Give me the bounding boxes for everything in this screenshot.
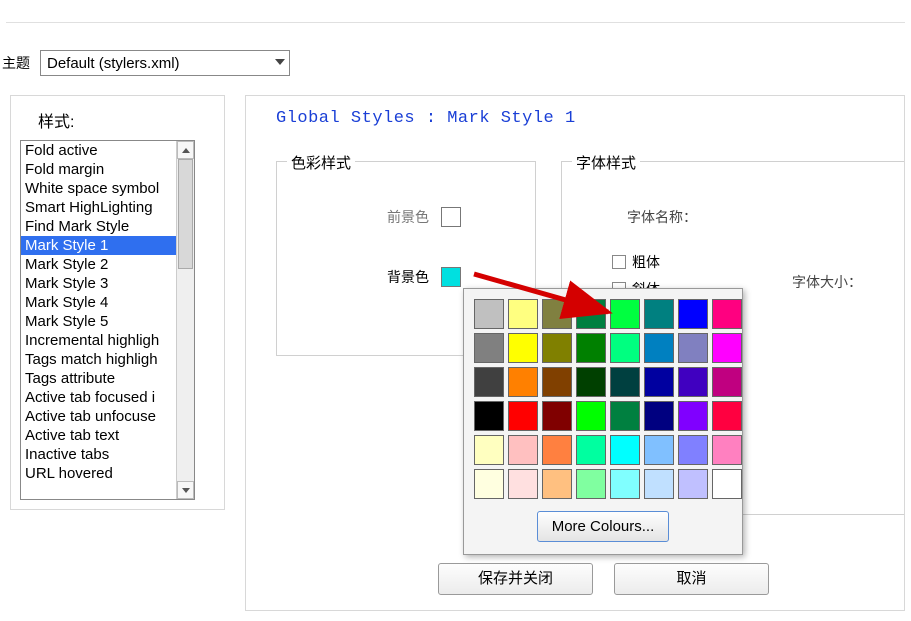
theme-combobox-value: Default (stylers.xml) [47,55,180,72]
color-swatch[interactable] [610,367,640,397]
color-swatch[interactable] [542,299,572,329]
list-item[interactable]: URL hovered [21,464,176,483]
chevron-down-icon [275,59,285,65]
color-swatch[interactable] [474,401,504,431]
list-item[interactable]: Tags attribute [21,369,176,388]
color-swatch[interactable] [474,299,504,329]
color-swatch[interactable] [644,469,674,499]
color-swatch[interactable] [474,367,504,397]
chevron-down-icon [182,488,190,493]
color-swatch[interactable] [678,299,708,329]
list-item[interactable]: Fold active [21,141,176,160]
color-swatch[interactable] [508,367,538,397]
scroll-thumb[interactable] [178,159,193,269]
background-label: 背景色 [387,267,429,287]
color-swatch[interactable] [644,299,674,329]
color-swatch[interactable] [712,333,742,363]
color-swatch[interactable] [508,401,538,431]
color-swatch[interactable] [542,401,572,431]
color-swatch[interactable] [610,469,640,499]
color-swatch[interactable] [712,401,742,431]
list-item[interactable]: Active tab focused i [21,388,176,407]
list-item[interactable]: Tags match highligh [21,350,176,369]
cancel-button[interactable]: 取消 [614,563,769,595]
styles-label: 样式: [38,108,74,132]
color-swatch[interactable] [678,367,708,397]
breadcrumb: Global Styles : Mark Style 1 [276,109,576,128]
theme-label: 主题 [0,53,30,73]
color-swatch[interactable] [712,435,742,465]
color-swatch[interactable] [610,333,640,363]
color-swatch[interactable] [644,367,674,397]
color-swatch[interactable] [610,435,640,465]
divider [6,22,905,23]
color-swatch[interactable] [576,435,606,465]
color-swatch[interactable] [644,333,674,363]
color-swatch[interactable] [644,435,674,465]
background-row: 背景色 [387,267,461,287]
more-colours-button[interactable]: More Colours... [537,511,670,542]
color-swatch[interactable] [712,299,742,329]
foreground-row: 前景色 [387,207,461,227]
list-item[interactable]: Fold margin [21,160,176,179]
scroll-up-button[interactable] [177,141,194,159]
list-item[interactable]: Find Mark Style [21,217,176,236]
theme-combobox[interactable]: Default (stylers.xml) [40,50,290,76]
list-item[interactable]: Mark Style 3 [21,274,176,293]
list-item[interactable]: Mark Style 1 [21,236,176,255]
color-swatch[interactable] [542,333,572,363]
color-picker-popup: More Colours... [463,288,743,555]
list-item[interactable]: Active tab unfocuse [21,407,176,426]
color-swatch[interactable] [576,333,606,363]
color-swatch[interactable] [542,435,572,465]
font-groupbox-legend: 字体样式 [572,152,640,173]
color-swatch[interactable] [678,435,708,465]
color-swatch[interactable] [644,401,674,431]
list-item[interactable]: Active tab text [21,426,176,445]
list-item[interactable]: Smart HighLighting [21,198,176,217]
color-swatch[interactable] [712,367,742,397]
list-item[interactable]: White space symbol [21,179,176,198]
foreground-swatch[interactable] [441,207,461,227]
color-swatch[interactable] [542,469,572,499]
color-groupbox-legend: 色彩样式 [287,152,355,173]
save-close-button[interactable]: 保存并关闭 [438,563,593,595]
color-swatch[interactable] [508,299,538,329]
color-swatch[interactable] [678,333,708,363]
bold-label: 粗体 [632,254,660,270]
color-swatch[interactable] [542,367,572,397]
chevron-up-icon [182,148,190,153]
list-item[interactable]: Inactive tabs [21,445,176,464]
list-item[interactable]: Mark Style 2 [21,255,176,274]
color-swatch[interactable] [576,401,606,431]
scroll-down-button[interactable] [177,481,194,499]
color-grid [474,299,732,499]
color-swatch[interactable] [576,367,606,397]
font-size-label: 字体大小： [792,272,862,292]
color-swatch[interactable] [576,299,606,329]
list-item[interactable]: Mark Style 5 [21,312,176,331]
font-name-label: 字体名称： [627,207,697,227]
color-swatch[interactable] [508,333,538,363]
background-swatch[interactable] [441,267,461,287]
list-item[interactable]: Incremental highligh [21,331,176,350]
color-swatch[interactable] [474,333,504,363]
list-item[interactable]: Mark Style 4 [21,293,176,312]
color-swatch[interactable] [508,435,538,465]
bold-checkbox[interactable] [612,255,626,269]
color-swatch[interactable] [678,401,708,431]
color-swatch[interactable] [508,469,538,499]
scrollbar[interactable] [176,141,194,499]
color-swatch[interactable] [712,469,742,499]
color-swatch[interactable] [610,299,640,329]
color-swatch[interactable] [678,469,708,499]
theme-row: 主题 Default (stylers.xml) [0,50,290,76]
foreground-label: 前景色 [387,207,429,227]
color-swatch[interactable] [474,435,504,465]
color-swatch[interactable] [474,469,504,499]
color-swatch[interactable] [610,401,640,431]
color-swatch[interactable] [576,469,606,499]
bold-row[interactable]: 粗体 [612,252,660,272]
styles-listbox[interactable]: Fold activeFold marginWhite space symbol… [20,140,195,500]
